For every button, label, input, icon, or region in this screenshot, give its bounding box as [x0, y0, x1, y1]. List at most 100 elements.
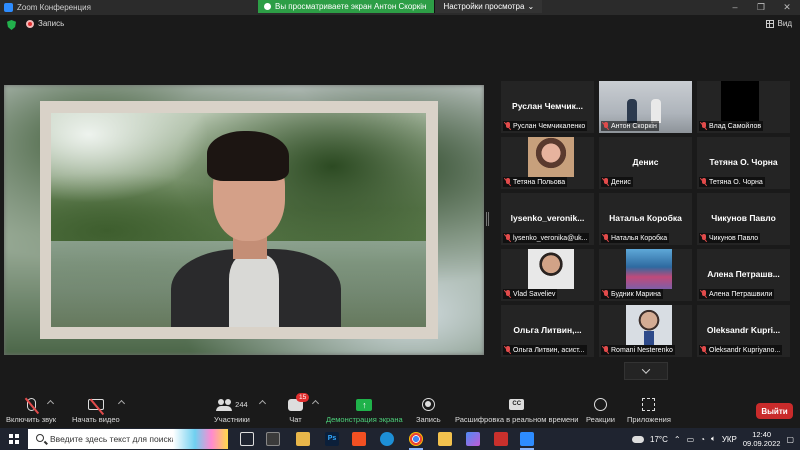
input-language[interactable]: УКР: [722, 435, 737, 444]
record-button[interactable]: Запись: [416, 396, 441, 424]
participant-video: [721, 81, 759, 121]
participant-tile[interactable]: Romani Nesterenko: [598, 304, 693, 358]
app-red-icon[interactable]: [494, 432, 508, 446]
participant-name-label: Тетяна О. Чорна: [699, 177, 765, 187]
share-screen-button[interactable]: ↑ Демонстрация экрана: [326, 396, 403, 424]
microphone-muted-icon: [603, 346, 609, 354]
share-banner: Вы просматриваете экран Антон Скоркін На…: [258, 0, 543, 13]
microsoft-store-icon[interactable]: [352, 432, 366, 446]
participant-name-label: Ольга Литвин, асист...: [503, 345, 587, 355]
participant-name: Наталья Коробка: [611, 234, 668, 242]
participant-tile[interactable]: Тетяна О. Чорна Тетяна О. Чорна: [696, 136, 791, 190]
participant-tile[interactable]: lysenko_veronik... lysenko_veronika@uk...: [500, 192, 595, 246]
app-title: Zoom Конференция: [0, 3, 91, 12]
participant-name: Будник Марина: [611, 290, 661, 298]
network-icon[interactable]: ◔: [700, 435, 705, 444]
taskbar-search-box[interactable]: Введите здесь текст для поиска: [28, 429, 228, 449]
participant-tile[interactable]: Влад Самойлов: [696, 80, 791, 134]
chevron-down-icon: [641, 365, 651, 374]
participant-tile[interactable]: Будник Марина: [598, 248, 693, 302]
apps-label: Приложения: [627, 415, 671, 424]
participant-name-label: Будник Марина: [601, 289, 663, 299]
task-view-icon[interactable]: [240, 432, 254, 446]
participant-tile[interactable]: Тетяна Польова: [500, 136, 595, 190]
view-options-button[interactable]: Настройки просмотра ⌄: [434, 0, 543, 13]
participant-display-name: Тетяна О. Чорна: [709, 157, 778, 167]
view-button[interactable]: Вид: [765, 19, 792, 28]
clock[interactable]: 12:40 09.09.2022: [743, 430, 781, 448]
participant-video: [528, 249, 574, 289]
record-icon: [421, 398, 435, 411]
calculator-icon[interactable]: [266, 432, 280, 446]
zoom-taskbar-icon[interactable]: [520, 432, 534, 446]
speaker-person: [171, 131, 341, 327]
file-explorer-icon[interactable]: [296, 432, 310, 446]
chat-label: Чат: [289, 415, 302, 424]
participant-tile[interactable]: Vlad Saveliev: [500, 248, 595, 302]
participant-name-label: Oleksandr Kupriyano...: [699, 345, 783, 355]
participant-tile[interactable]: Ольга Литвин,... Ольга Литвин, асист...: [500, 304, 595, 358]
participant-name: Антон Скоркін: [611, 122, 657, 130]
folder-icon[interactable]: [438, 432, 452, 446]
shared-screen[interactable]: [4, 85, 484, 355]
participants-count: 244: [235, 400, 248, 409]
search-icon: [36, 434, 44, 442]
participant-name: Влад Самойлов: [709, 122, 762, 130]
weather-cloud-icon[interactable]: [632, 435, 645, 443]
panel-resize-handle[interactable]: [486, 212, 489, 226]
participant-name-label: lysenko_veronika@uk...: [503, 233, 590, 243]
microphone-muted-icon: [505, 346, 511, 354]
participant-tile[interactable]: Антон Скоркін: [598, 80, 693, 134]
microphone-muted-icon: [505, 178, 511, 186]
search-highlight-art: [173, 429, 228, 449]
participant-name-label: Тетяна Польова: [503, 177, 568, 187]
participants-options-caret[interactable]: [258, 399, 267, 408]
participant-name: Руслан Чемчикаленко: [513, 122, 586, 130]
recording-indicator[interactable]: Запись: [26, 19, 64, 28]
reactions-button[interactable]: Реакции: [586, 396, 615, 424]
restore-button[interactable]: ❐: [748, 0, 774, 15]
start-video-button[interactable]: Начать видео: [72, 396, 120, 424]
participant-name: Romani Nesterenko: [611, 346, 673, 354]
battery-icon[interactable]: ▭: [687, 435, 695, 444]
volume-icon[interactable]: 🔈︎: [711, 434, 716, 444]
close-button[interactable]: ✕: [774, 0, 800, 15]
participant-tile[interactable]: Руслан Чемчик... Руслан Чемчикаленко: [500, 80, 595, 134]
tray-expand-icon[interactable]: ⌃: [674, 435, 681, 444]
participant-display-name: Oleksandr Kupri...: [706, 325, 781, 335]
app-icon[interactable]: [466, 432, 480, 446]
microphone-muted-icon: [701, 346, 707, 354]
speaker-video: [51, 113, 426, 327]
photoshop-icon[interactable]: Ps: [325, 432, 339, 446]
windows-start-icon[interactable]: [9, 434, 19, 444]
meeting-toolbar: Включить звук Начать видео 244 Участники…: [0, 392, 800, 428]
participant-tile[interactable]: Денис Денис: [598, 136, 693, 190]
edge-icon[interactable]: [380, 432, 394, 446]
title-bar: Zoom Конференция Вы просматриваете экран…: [0, 0, 800, 15]
participant-display-name: Ольга Литвин,...: [513, 325, 582, 335]
record-dot-icon: [26, 19, 34, 28]
leave-button[interactable]: Выйти: [756, 403, 793, 419]
live-transcript-button[interactable]: CC Расшифровка в реальном времени: [455, 396, 578, 424]
participant-display-name: lysenko_veronik...: [510, 213, 585, 223]
chat-options-caret[interactable]: [311, 399, 320, 408]
gallery-next-page-button[interactable]: [624, 362, 668, 380]
windows-taskbar: Введите здесь текст для поиска Ps 17°C ⌃…: [0, 428, 800, 450]
notifications-icon[interactable]: ▢: [786, 435, 794, 444]
microphone-muted-icon: [603, 234, 609, 242]
participant-tile[interactable]: Алена Петрашв... Алена Петрашвили: [696, 248, 791, 302]
apps-button[interactable]: Приложения: [627, 396, 671, 424]
share-screen-icon: ↑: [356, 398, 373, 411]
minimize-button[interactable]: –: [722, 0, 748, 15]
chrome-icon[interactable]: [409, 432, 423, 446]
weather-temperature[interactable]: 17°C: [650, 435, 668, 444]
microphone-muted-icon: [505, 290, 511, 298]
chat-button[interactable]: 15 Чат: [288, 393, 310, 424]
participant-tile[interactable]: Наталья Коробка Наталья Коробка: [598, 192, 693, 246]
participant-tile[interactable]: Чикунов Павло Чикунов Павло: [696, 192, 791, 246]
microphone-muted-icon: [701, 290, 707, 298]
participants-button[interactable]: 244 Участники: [214, 396, 250, 424]
participant-display-name: Наталья Коробка: [609, 213, 682, 223]
participant-tile[interactable]: Oleksandr Kupri... Oleksandr Kupriyano...: [696, 304, 791, 358]
shield-icon[interactable]: [7, 20, 16, 30]
